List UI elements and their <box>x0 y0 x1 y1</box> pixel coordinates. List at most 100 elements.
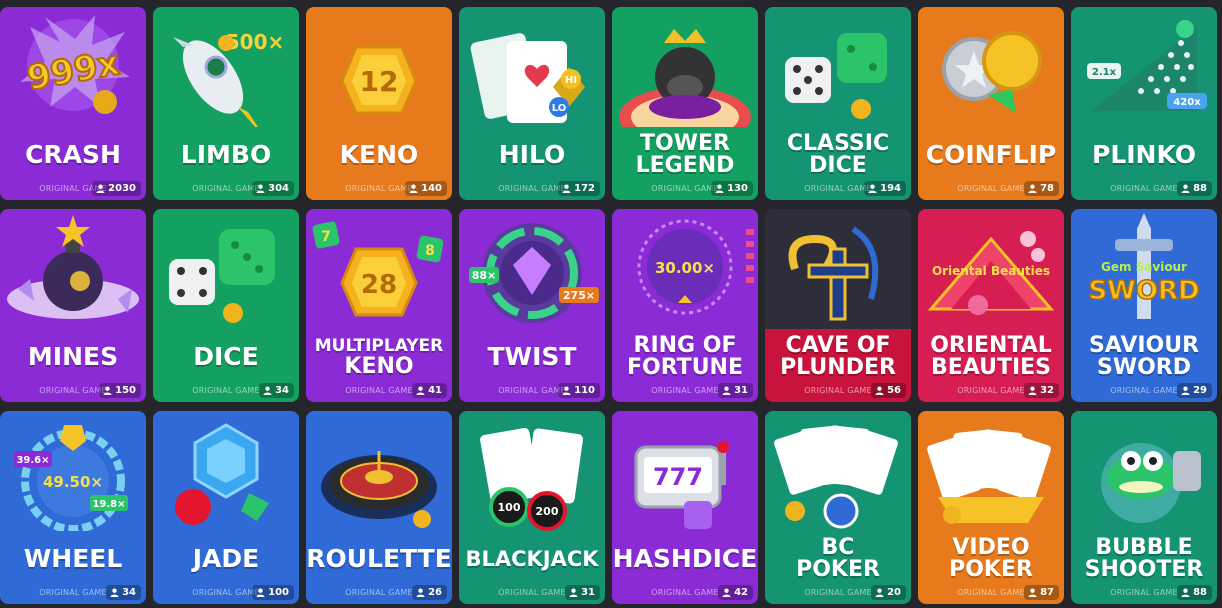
artwork-label: 49.50× <box>43 473 103 491</box>
game-card-classic-dice[interactable]: CLASSIC DICE ORIGINAL GAME 194 <box>765 7 911 200</box>
classic-dice-artwork <box>765 7 911 127</box>
cave-of-plunder-artwork <box>765 209 911 329</box>
game-title-line: WHEEL <box>23 544 123 573</box>
game-card-bubble-shooter[interactable]: BUBBLE SHOOTER ORIGINAL GAME 88 <box>1071 411 1217 604</box>
game-card-video-poker[interactable]: VIDEO POKER ORIGINAL GAME 87 <box>918 411 1064 604</box>
game-title-line: CAVE OF <box>785 333 891 358</box>
player-count: 304 <box>268 183 289 194</box>
user-icon <box>722 588 731 597</box>
game-card-keno[interactable]: 12 KENO ORIGINAL GAME 140 <box>306 7 452 200</box>
game-card-hilo[interactable]: HI LO HILO ORIGINAL GAME 172 <box>459 7 605 200</box>
game-title-line: PLINKO <box>1092 140 1196 169</box>
game-title-line: LEGEND <box>635 153 735 178</box>
game-title: TWIST <box>459 327 605 387</box>
game-title: CAVE OF PLUNDER <box>765 327 911 387</box>
game-title-line: ORIENTAL <box>930 333 1052 358</box>
player-count: 34 <box>122 587 136 598</box>
game-card-cave-of-plunder[interactable]: CAVE OF PLUNDER ORIGINAL GAME 56 <box>765 209 911 402</box>
player-count-badge: 110 <box>558 383 600 398</box>
game-card-wheel[interactable]: 49.50× 39.6× 19.8× WHEEL ORIGINAL GAME 34 <box>0 411 146 604</box>
game-card-ring-of-fortune[interactable]: 30.00× RING OF FORTUNE ORIGINAL GAME 31 <box>612 209 758 402</box>
player-count-badge: 29 <box>1177 383 1212 398</box>
user-icon <box>722 386 731 395</box>
game-card-dice[interactable]: DICE ORIGINAL GAME 34 <box>153 209 299 402</box>
games-grid: 999x CRASH ORIGINAL GAME 2030 500× LIMBO OR… <box>0 7 1217 604</box>
oriental-beauties-artwork: Oriental Beauties <box>918 209 1064 329</box>
player-count-badge: 88 <box>1177 585 1212 600</box>
user-icon <box>562 386 571 395</box>
player-count: 26 <box>428 587 442 598</box>
player-count-badge: 32 <box>1024 383 1059 398</box>
game-title-line: SWORD <box>1096 355 1191 380</box>
player-count-badge: 56 <box>871 383 906 398</box>
game-title-line: POKER <box>949 557 1033 582</box>
game-card-hashdice[interactable]: 777 HASHDICE ORIGINAL GAME 42 <box>612 411 758 604</box>
artwork-label: 500× <box>226 30 285 54</box>
game-card-coinflip[interactable]: COINFLIP ORIGINAL GAME 78 <box>918 7 1064 200</box>
player-count-badge: 34 <box>259 383 294 398</box>
player-count: 100 <box>268 587 289 598</box>
user-icon <box>715 184 724 193</box>
game-card-jade[interactable]: JADE ORIGINAL GAME 100 <box>153 411 299 604</box>
game-title-line: PLUNDER <box>780 355 896 380</box>
game-title: HILO <box>459 125 605 185</box>
game-title-line: COINFLIP <box>925 140 1057 169</box>
game-card-plinko[interactable]: 2.1x 420x PLINKO ORIGINAL GAME 88 <box>1071 7 1217 200</box>
game-card-crash[interactable]: 999x CRASH ORIGINAL GAME 2030 <box>0 7 146 200</box>
multiplayer-keno-artwork: 28 7 8 <box>306 209 452 329</box>
user-icon <box>569 588 578 597</box>
game-title: BUBBLE SHOOTER <box>1071 529 1217 589</box>
player-count: 88 <box>1193 587 1207 598</box>
player-count: 41 <box>428 385 442 396</box>
game-title-line: HASHDICE <box>612 544 758 573</box>
game-title-line: LIMBO <box>180 140 272 169</box>
player-count: 42 <box>734 587 748 598</box>
tower-legend-artwork <box>612 7 758 147</box>
game-title: CLASSIC DICE <box>765 125 911 185</box>
user-icon <box>110 588 119 597</box>
player-count-badge: 20 <box>871 585 906 600</box>
player-count-badge: 2030 <box>92 181 141 196</box>
game-title: JADE <box>153 529 299 589</box>
artwork-label: 420x <box>1173 97 1201 108</box>
game-card-mines[interactable]: MINES ORIGINAL GAME 150 <box>0 209 146 402</box>
artwork-label: 275× <box>563 289 595 302</box>
game-card-tower-legend[interactable]: TOWER LEGEND ORIGINAL GAME 130 <box>612 7 758 200</box>
artwork-label: 2.1x <box>1092 67 1117 78</box>
game-card-multiplayer-keno[interactable]: 28 7 8 MULTIPLAYER KENO ORIGINAL GAME 41 <box>306 209 452 402</box>
game-title-line: KENO <box>344 354 414 379</box>
player-count: 172 <box>574 183 595 194</box>
player-count: 194 <box>880 183 901 194</box>
player-count: 2030 <box>108 183 136 194</box>
game-title-line: TOWER <box>640 131 730 156</box>
user-icon <box>256 184 265 193</box>
bubble-shooter-artwork <box>1071 411 1217 531</box>
artwork-label: Oriental Beauties <box>932 264 1050 278</box>
game-card-limbo[interactable]: 500× LIMBO ORIGINAL GAME 304 <box>153 7 299 200</box>
user-icon <box>868 184 877 193</box>
coinflip-artwork <box>918 7 1064 127</box>
player-count: 20 <box>887 587 901 598</box>
saviour-sword-artwork: Gem Saviour SWORD <box>1071 209 1217 329</box>
player-count-badge: 100 <box>252 585 294 600</box>
game-card-bc-poker[interactable]: BC POKER ORIGINAL GAME 20 <box>765 411 911 604</box>
artwork-label: 88× <box>472 269 497 282</box>
player-count-badge: 304 <box>252 181 294 196</box>
plinko-artwork: 2.1x 420x <box>1071 7 1217 127</box>
hilo-artwork: HI LO <box>459 7 605 127</box>
game-title-line: SHOOTER <box>1084 557 1204 582</box>
game-title-line: KENO <box>339 140 419 169</box>
player-count-badge: 26 <box>412 585 447 600</box>
user-icon <box>96 184 105 193</box>
artwork-label: 777 <box>653 463 703 491</box>
player-count: 31 <box>734 385 748 396</box>
user-icon <box>409 184 418 193</box>
game-card-roulette[interactable]: ROULETTE ORIGINAL GAME 26 <box>306 411 452 604</box>
game-card-saviour-sword[interactable]: Gem Saviour SWORD SAVIOUR SWORD ORIGINAL GA… <box>1071 209 1217 402</box>
player-count-badge: 78 <box>1024 181 1059 196</box>
game-title: MINES <box>0 327 146 387</box>
player-count: 31 <box>581 587 595 598</box>
game-card-oriental-beauties[interactable]: Oriental Beauties ORIENTAL BEAUTIES ORIGIN… <box>918 209 1064 402</box>
game-card-twist[interactable]: 88× 275× TWIST ORIGINAL GAME 110 <box>459 209 605 402</box>
game-card-blackjack[interactable]: 100 200 BLACKJACK ORIGINAL GAME 31 <box>459 411 605 604</box>
